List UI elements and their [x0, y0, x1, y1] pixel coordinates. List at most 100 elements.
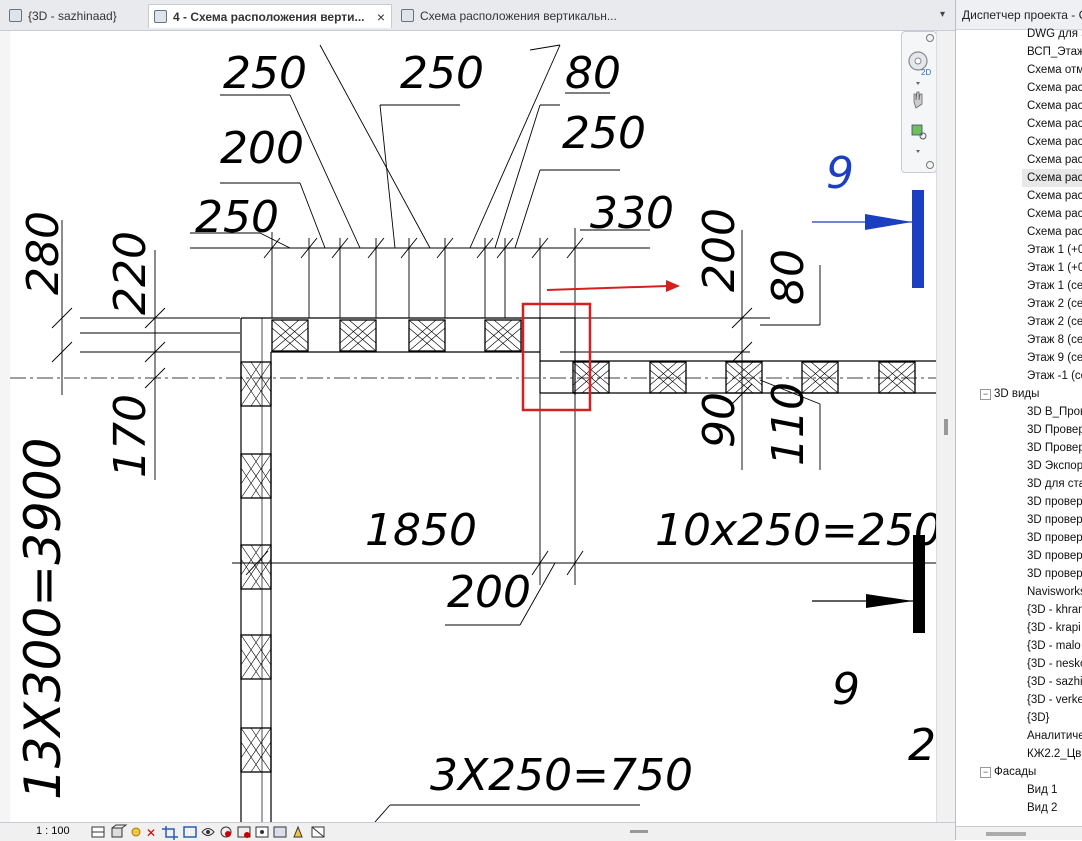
- tree-item[interactable]: {3D - verke: [1027, 691, 1082, 709]
- section-label-bottom: 9: [832, 664, 860, 715]
- tree-item[interactable]: Navisworks: [1027, 583, 1082, 601]
- collapse-toggle-icon[interactable]: −: [980, 767, 991, 778]
- tree-item[interactable]: Этаж 2 (се: [1027, 295, 1082, 313]
- tree-item-label: 3D провер: [1027, 568, 1082, 580]
- tree-item[interactable]: {3D - nesko: [1027, 655, 1082, 673]
- tree-item[interactable]: Вид 1: [1027, 781, 1082, 799]
- tree-item[interactable]: 3D Провер: [1027, 439, 1082, 457]
- temp-hide-icon[interactable]: [201, 828, 215, 836]
- dim-top-250-a: 250: [223, 48, 307, 99]
- sheet-view-icon: [401, 9, 414, 22]
- tree-item[interactable]: Схема отм: [1027, 61, 1082, 79]
- tree-item[interactable]: {3D - malo: [1027, 637, 1082, 655]
- drawing-svg: 250 250 80 200 250 250 330 1850 10x250=2…: [10, 44, 936, 822]
- scale-label[interactable]: 1 : 100: [36, 825, 70, 837]
- tree-item[interactable]: Этаж 1 (се: [1027, 277, 1082, 295]
- tab-label: 4 - Схема расположения верти...: [173, 10, 365, 24]
- tree-item[interactable]: Этаж 1 (+0: [1027, 259, 1082, 277]
- tree-item[interactable]: Вид 2: [1027, 799, 1082, 817]
- close-tab-icon[interactable]: ×: [377, 5, 385, 28]
- tree-item[interactable]: 3D провер: [1027, 511, 1082, 529]
- tree-item[interactable]: Схема рас: [1027, 205, 1082, 223]
- dim-left-280: 280: [18, 211, 69, 295]
- tree-item[interactable]: Этаж 1 (+0: [1027, 241, 1082, 259]
- tree-item[interactable]: Этаж 9 (се: [1027, 349, 1082, 367]
- tab-plan-2[interactable]: Схема расположения вертикальн...: [396, 4, 636, 28]
- tree-item-label: Фасады: [994, 766, 1037, 778]
- highlight-icon[interactable]: [293, 825, 303, 838]
- tree-item[interactable]: Схема рас: [1027, 79, 1082, 97]
- analytical-icon[interactable]: [273, 826, 287, 838]
- detail-level-icon[interactable]: [91, 826, 105, 838]
- tree-item-label: Схема рас: [1027, 190, 1082, 202]
- tree-item[interactable]: DWG для З: [1027, 25, 1082, 43]
- show-crop-icon[interactable]: [183, 826, 197, 838]
- tree-item[interactable]: {3D}: [1027, 709, 1082, 727]
- tree-item[interactable]: Этаж 2 (се: [1027, 313, 1082, 331]
- tree-item[interactable]: 3D Провер: [1027, 421, 1082, 439]
- constraints-icon[interactable]: [311, 826, 325, 838]
- tree-item[interactable]: 3D для ста: [1027, 475, 1082, 493]
- tree-item[interactable]: Схема рас: [1022, 169, 1082, 187]
- scroll-grip[interactable]: [944, 419, 948, 435]
- collapse-toggle-icon[interactable]: −: [980, 389, 991, 400]
- panel-bottom-scroll[interactable]: [956, 826, 1082, 840]
- tree-item[interactable]: ВСП_Этаж: [1027, 43, 1082, 61]
- tree-item-label: 3D Экспор: [1027, 460, 1082, 472]
- tree-item[interactable]: Этаж -1 (се: [1027, 367, 1082, 385]
- tree-item[interactable]: Схема рас: [1027, 187, 1082, 205]
- visual-style-icon[interactable]: [111, 824, 128, 838]
- tree-item[interactable]: {3D - sazhi: [1027, 673, 1082, 691]
- horizontal-scroll-grip[interactable]: [630, 830, 648, 833]
- tree-item[interactable]: 3D провер: [1027, 565, 1082, 583]
- view-control-bar: 1 : 100 ✕: [0, 822, 955, 841]
- tree-item[interactable]: КЖ2.2_Цв: [1027, 745, 1082, 763]
- tree-item[interactable]: 3D провер: [1027, 493, 1082, 511]
- tree-item[interactable]: 3D провер: [1027, 547, 1082, 565]
- tab-3d-sazhinaad[interactable]: {3D - sazhinaad}: [4, 4, 144, 28]
- tree-item-label: Схема рас: [1027, 100, 1082, 112]
- tree-item[interactable]: Схема рас: [1027, 133, 1082, 151]
- navigation-bar[interactable]: 2D: [901, 31, 936, 173]
- tree-item[interactable]: − Фасады: [980, 763, 1074, 781]
- dim-2500: 10x250=2500: [655, 505, 936, 556]
- tree-item[interactable]: Схема рас: [1027, 97, 1082, 115]
- design-options-icon[interactable]: [255, 826, 269, 838]
- dim-top-250-b: 250: [400, 48, 484, 99]
- crop-icon[interactable]: [162, 826, 178, 840]
- tree-item-label: Схема рас: [1027, 208, 1082, 220]
- drawing-canvas[interactable]: 250 250 80 200 250 250 330 1850 10x250=2…: [10, 31, 936, 822]
- tree-item-label: ВСП_Этаж: [1027, 46, 1082, 58]
- tree-item[interactable]: 3D В_Прове: [1027, 403, 1082, 421]
- section-label-top: 9: [826, 148, 854, 199]
- zoom-region-icon[interactable]: [911, 124, 927, 140]
- tree-item-label: DWG для З: [1027, 28, 1082, 40]
- tab-active-plan[interactable]: 4 - Схема расположения верти... ×: [148, 4, 392, 28]
- vertical-scrollbar[interactable]: [936, 31, 956, 822]
- sun-path-icon[interactable]: [131, 827, 141, 837]
- shadows-icon[interactable]: ✕: [146, 826, 156, 840]
- tree-item[interactable]: 3D провер: [1027, 529, 1082, 547]
- steering-wheel-icon[interactable]: 2D: [908, 51, 931, 77]
- project-browser: Диспетчер проекта - С DWG для З ВСП_Этаж С…: [955, 0, 1082, 840]
- tree-item[interactable]: 3D Экспор: [1027, 457, 1082, 475]
- tree-item-label: Этаж -1 (се: [1027, 370, 1082, 382]
- tree-item[interactable]: {3D - krapi: [1027, 619, 1082, 637]
- tree-item[interactable]: −3D виды: [980, 385, 1074, 403]
- tree-item[interactable]: Схема рас: [1027, 223, 1082, 241]
- tree-item[interactable]: Схема рас: [1027, 115, 1082, 133]
- horizontal-wall-left: [262, 317, 576, 395]
- tree-item-label: 3D В_Прове: [1027, 406, 1082, 418]
- tab-menu-icon[interactable]: ▾: [940, 9, 945, 20]
- dim-top-200: 200: [220, 123, 304, 174]
- tab-label: {3D - sazhinaad}: [28, 9, 117, 23]
- tree-item[interactable]: Аналитиче: [1027, 727, 1082, 745]
- tree-item-label: Этаж 2 (се: [1027, 316, 1082, 328]
- tree-item[interactable]: {3D - khran: [1027, 601, 1082, 619]
- tree-item[interactable]: Схема рас: [1027, 151, 1082, 169]
- worksharing-icon[interactable]: [237, 826, 251, 838]
- reveal-hidden-icon[interactable]: [220, 826, 232, 838]
- tree-item-label: {3D - sazhi: [1027, 676, 1082, 688]
- tree-item[interactable]: Этаж 8 (се: [1027, 331, 1082, 349]
- pan-icon[interactable]: [913, 91, 923, 109]
